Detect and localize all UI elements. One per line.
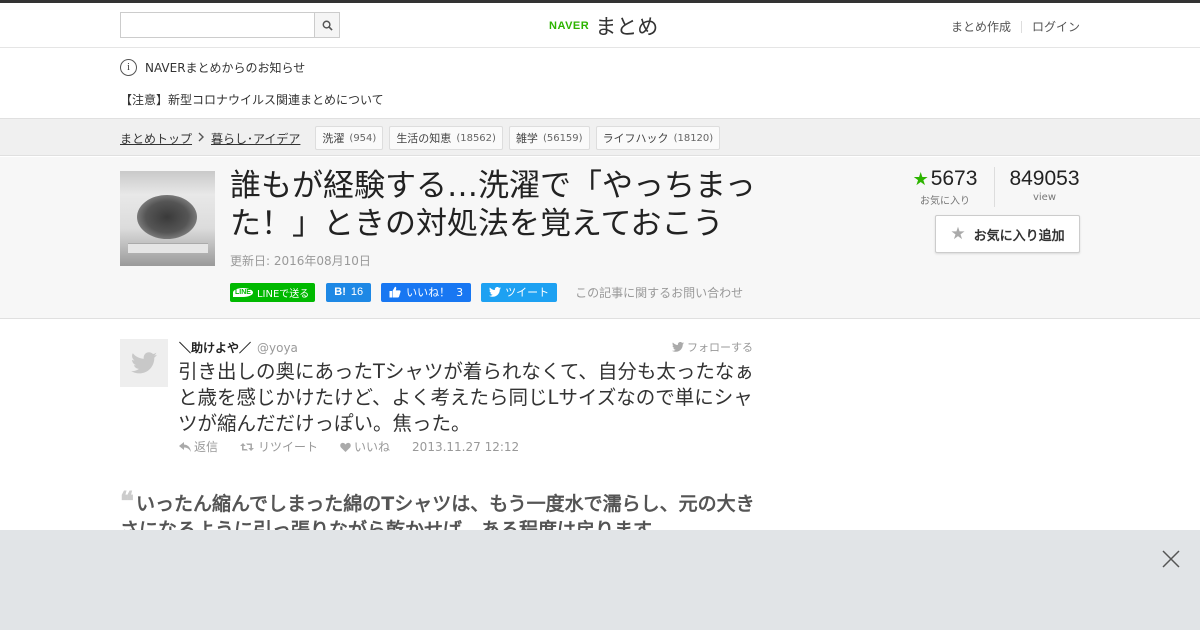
chevron-right-icon [198, 132, 205, 145]
star-icon: ★ [912, 168, 929, 189]
info-icon: i [120, 58, 137, 76]
heart-icon [340, 442, 351, 452]
views-count: 849053 [1009, 167, 1080, 190]
follow-label: フォローする [687, 341, 753, 354]
tweet-author-name[interactable]: ＼助けよや／ [179, 339, 251, 356]
add-favorite-label: お気に入り追加 [973, 228, 1065, 244]
close-button[interactable] [1161, 549, 1181, 569]
twitter-bird-icon [131, 352, 157, 374]
favorites-count: 5673 [930, 167, 978, 190]
article-header: 誰もが経験する…洗濯で「やっちまった！」ときの対処法を覚えておこう 更新日: 2… [0, 157, 1200, 319]
article-stats: ★ 5673 お気に入り 849053 view [910, 167, 1094, 207]
divider [1020, 20, 1022, 33]
tag-count: (18562) [456, 132, 496, 144]
tag-chip[interactable]: 雑学 (56159) [508, 126, 590, 150]
contact-link[interactable]: この記事に関するお問い合わせ [575, 284, 743, 301]
twitter-bird-icon [672, 342, 684, 352]
tag-label: 生活の知恵 [396, 132, 452, 145]
like-label: いいね [354, 440, 391, 454]
tag-chip[interactable]: 洗濯 (954) [315, 126, 384, 150]
facebook-like-label: いいね！ [406, 286, 451, 299]
notice-heading: NAVERまとめからのお知らせ [145, 60, 306, 75]
reply-icon [179, 441, 191, 452]
quote-icon: ❝ [120, 487, 134, 516]
naver-matome-logo[interactable]: NAVER まとめ [549, 13, 658, 39]
updated-date: 更新日: 2016年08月10日 [230, 254, 371, 268]
retweet-label: リツイート [258, 440, 319, 454]
reply-button[interactable]: 返信 [179, 438, 229, 455]
notice-area: i NAVERまとめからのお知らせ 【注意】新型コロナウイルス関連まとめについて [120, 58, 1080, 107]
tag-count: (56159) [542, 132, 583, 144]
tag-count: (954) [349, 132, 377, 144]
tag-label: 雑学 [515, 132, 538, 145]
favorites-label: お気に入り [920, 196, 970, 207]
notice-link[interactable]: 【注意】新型コロナウイルス関連まとめについて [120, 91, 384, 108]
breadcrumb-category[interactable]: 暮らし･アイデア [211, 130, 300, 147]
logo-name: まとめ [595, 15, 659, 39]
tag-label: 洗濯 [322, 132, 345, 145]
login-link[interactable]: ログイン [1032, 18, 1080, 35]
top-bar: NAVER まとめ まとめ作成 ログイン [0, 0, 1200, 48]
search-box [120, 12, 340, 38]
tweet-actions: 返信 リツイート いいね 2013.11.27 12:12 [179, 438, 530, 455]
views-label: view [1032, 192, 1057, 203]
hatena-count: 16 [350, 286, 364, 298]
hatena-icon: B! [334, 286, 346, 298]
search-input[interactable] [121, 13, 315, 37]
close-icon [1162, 550, 1180, 568]
facebook-like-button[interactable]: いいね！ 3 [381, 282, 472, 302]
reply-label: 返信 [194, 440, 219, 454]
breadcrumb-bar: まとめトップ 暮らし･アイデア 洗濯 (954) 生活の知恵 (18562) 雑学 (… [0, 118, 1200, 156]
notice-heading-row: i NAVERまとめからのお知らせ [120, 58, 1080, 76]
retweet-icon [240, 442, 255, 451]
line-share-button[interactable]: LINE LINEで送る [230, 282, 316, 302]
header-links: まとめ作成 ログイン [951, 18, 1080, 35]
search-icon [322, 20, 333, 31]
tag-count: (18120) [673, 132, 714, 144]
washing-machine-drum [137, 195, 197, 239]
tweet-text: 引き出しの奥にあったTシャツが着られなくて、自分も太ったなぁと歳を感じかけたけど… [178, 360, 754, 435]
breadcrumb: まとめトップ 暮らし･アイデア 洗濯 (954) 生活の知恵 (18562) 雑学 (… [120, 126, 721, 150]
breadcrumb-top[interactable]: まとめトップ [120, 130, 192, 147]
hatena-bookmark-button[interactable]: B! 16 [326, 282, 372, 302]
like-button[interactable]: いいね [340, 438, 401, 455]
logo-brand: NAVER [549, 20, 590, 32]
washing-machine-panel [128, 243, 208, 253]
article-title: 誰もが経験する…洗濯で「やっちまった！」ときの対処法を覚えておこう [230, 168, 756, 242]
add-favorite-button[interactable]: ★ お気に入り追加 [935, 215, 1080, 253]
line-share-label: LINEで送る [256, 288, 310, 300]
retweet-button[interactable]: リツイート [240, 438, 329, 455]
twitter-bird-icon [489, 287, 502, 297]
views-stat: 849053 view [994, 167, 1094, 207]
line-icon: LINE [233, 287, 253, 297]
tag-label: ライフハック [602, 132, 669, 145]
favorites-stat: ★ 5673 お気に入り [910, 167, 980, 207]
tag-chip[interactable]: ライフハック (18120) [595, 126, 721, 150]
tweet-date[interactable]: 2013.11.27 12:12 [412, 440, 519, 454]
avatar[interactable] [120, 339, 168, 387]
create-matome-link[interactable]: まとめ作成 [951, 18, 1011, 35]
tweet-button[interactable]: ツイート [481, 282, 558, 302]
tag-chip[interactable]: 生活の知恵 (18562) [389, 126, 503, 150]
follow-button[interactable]: フォローする [672, 339, 753, 355]
bottom-overlay [0, 530, 1200, 630]
facebook-like-count: 3 [456, 285, 464, 299]
star-icon: ★ [950, 224, 966, 244]
search-button[interactable] [314, 13, 339, 37]
article-thumbnail[interactable] [120, 171, 215, 266]
thumbs-up-icon [389, 286, 401, 298]
tweet-author-handle[interactable]: @yoya [257, 341, 298, 355]
social-buttons: LINE LINEで送る B! 16 いいね！ 3 ツイート この記事に関するお問い… [230, 282, 743, 302]
tweet-button-label: ツイート [505, 286, 550, 299]
tweet-header: ＼助けよや／ @yoya [179, 339, 298, 356]
